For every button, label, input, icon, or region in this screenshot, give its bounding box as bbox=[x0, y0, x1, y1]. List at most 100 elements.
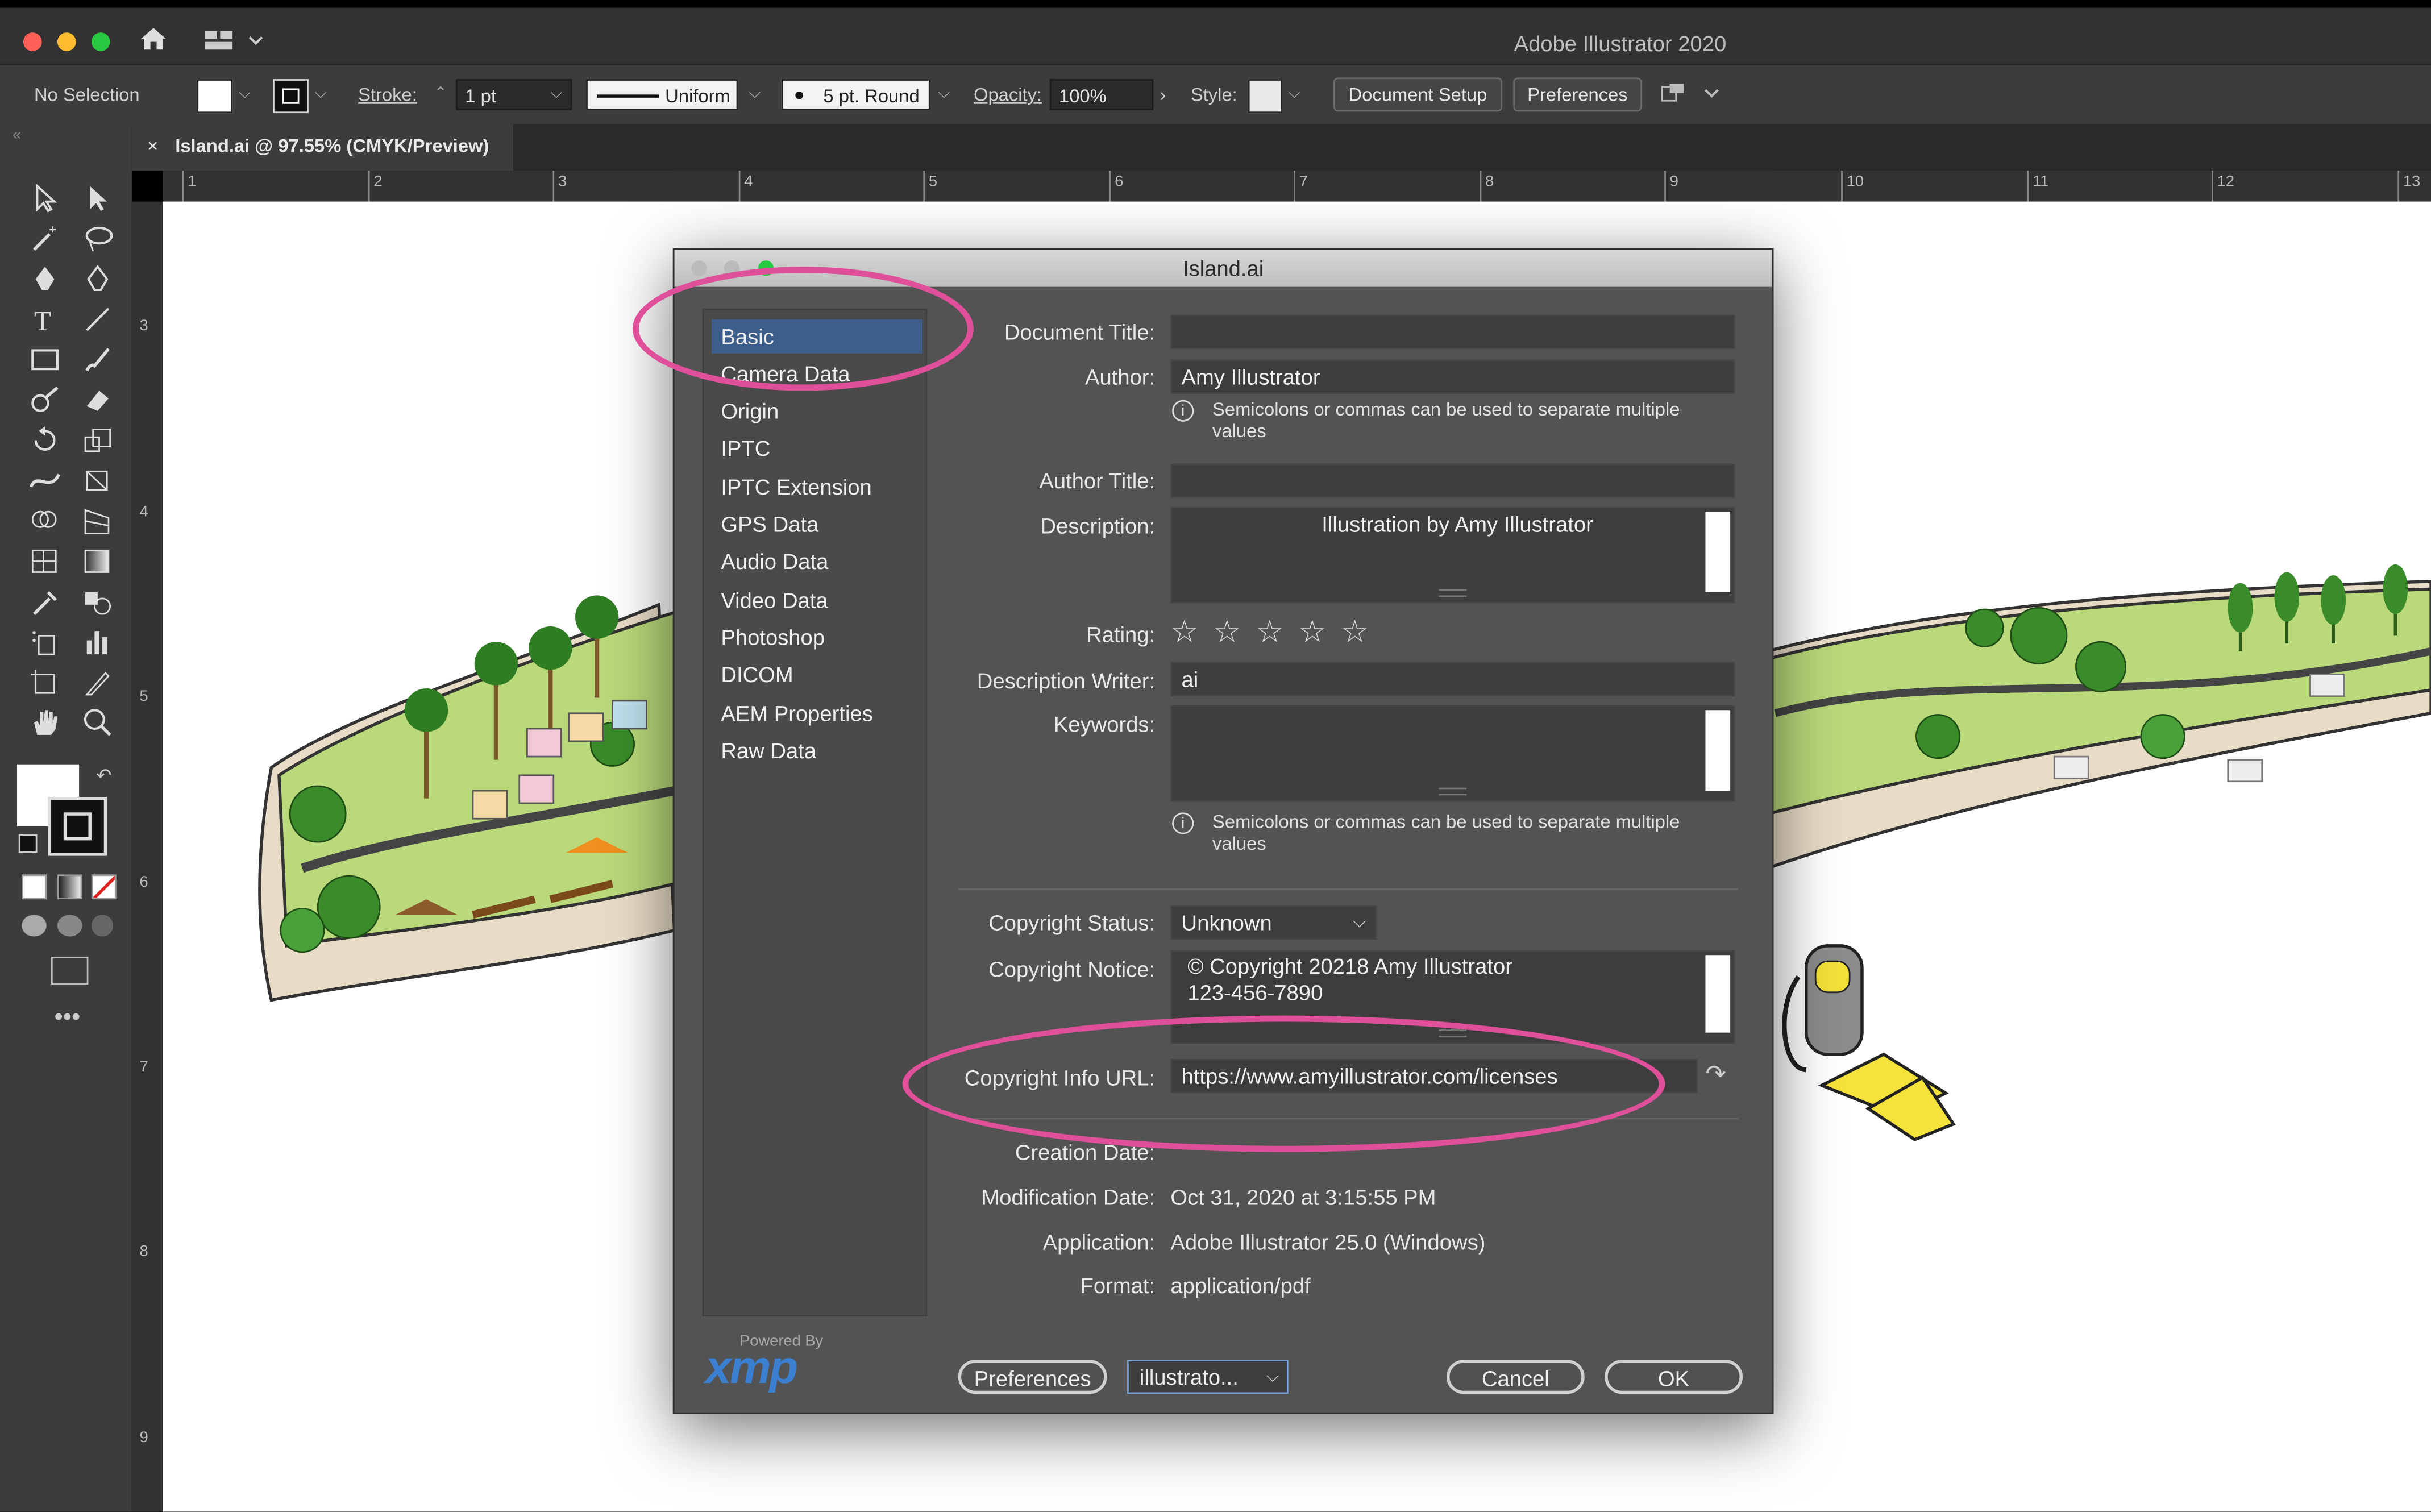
tools-panel: « T ↶ ••• bbox=[0, 124, 132, 1512]
description-writer-field[interactable]: ai bbox=[1170, 662, 1735, 696]
ok-button[interactable]: OK bbox=[1605, 1360, 1743, 1394]
ruler-h-label: 10 bbox=[1846, 173, 1864, 191]
preferences-toolbar-button[interactable]: Preferences bbox=[1513, 77, 1642, 112]
preferences-button[interactable]: Preferences bbox=[958, 1360, 1107, 1394]
document-title-field[interactable] bbox=[1170, 314, 1735, 349]
cancel-button[interactable]: Cancel bbox=[1446, 1360, 1585, 1394]
curvature-tool-icon[interactable] bbox=[81, 264, 115, 295]
scale-tool-icon[interactable] bbox=[81, 425, 115, 456]
sidebar-item-video-data[interactable]: Video Data bbox=[712, 583, 922, 617]
description-resize-handle[interactable] bbox=[1439, 589, 1467, 597]
chevron-down-icon: ⌵ bbox=[1266, 1367, 1279, 1386]
document-tab[interactable]: × Island.ai @ 97.55% (CMYK/Preview) bbox=[131, 124, 513, 171]
width-tool-icon[interactable] bbox=[28, 465, 62, 496]
author-title-field[interactable] bbox=[1170, 463, 1735, 498]
fill-swatch[interactable] bbox=[197, 79, 233, 114]
mesh-tool-icon[interactable] bbox=[28, 546, 62, 577]
none-mode-icon[interactable] bbox=[91, 874, 117, 900]
shape-builder-tool-icon[interactable] bbox=[28, 505, 62, 537]
stroke-weight-chevron-down-icon[interactable]: ⌵ bbox=[550, 85, 562, 102]
shaper-tool-icon[interactable] bbox=[28, 384, 62, 416]
keywords-scrollbar[interactable] bbox=[1705, 710, 1731, 791]
description-scrollbar[interactable] bbox=[1705, 512, 1731, 592]
symbol-sprayer-tool-icon[interactable] bbox=[28, 626, 62, 658]
swap-fill-stroke-icon[interactable]: ↶ bbox=[96, 765, 111, 786]
fill-chevron-down-icon[interactable]: ⌵ bbox=[239, 85, 251, 102]
draw-inside-icon[interactable] bbox=[91, 915, 114, 937]
zoom-tool-icon[interactable] bbox=[81, 707, 115, 738]
collapse-panel-icon[interactable]: « bbox=[13, 127, 21, 144]
magic-wand-tool-icon[interactable] bbox=[28, 223, 62, 255]
ruler-h-label: 7 bbox=[1299, 173, 1308, 191]
close-window-button[interactable] bbox=[23, 32, 42, 52]
slice-tool-icon[interactable] bbox=[81, 667, 115, 698]
eyedropper-tool-icon[interactable] bbox=[28, 586, 62, 617]
opacity-label[interactable]: Opacity: bbox=[974, 79, 1042, 110]
template-select[interactable]: illustrato... ⌵ bbox=[1127, 1360, 1289, 1394]
dialog-close-button[interactable] bbox=[691, 260, 707, 276]
minimize-window-button[interactable] bbox=[57, 32, 76, 52]
sidebar-item-raw-data[interactable]: Raw Data bbox=[712, 733, 922, 767]
document-setup-button[interactable]: Document Setup bbox=[1333, 77, 1503, 112]
open-url-icon[interactable]: ↷ bbox=[1705, 1059, 1726, 1090]
tab-close-icon[interactable]: × bbox=[147, 124, 158, 167]
brush-chevron-down-icon[interactable]: ⌵ bbox=[938, 85, 950, 102]
ruler-h-label: 3 bbox=[558, 173, 567, 191]
stroke-label[interactable]: Stroke: bbox=[358, 79, 417, 110]
opacity-field[interactable]: 100% bbox=[1049, 79, 1154, 110]
color-mode-icon[interactable] bbox=[22, 874, 47, 900]
template-select-value: illustrato... bbox=[1139, 1364, 1239, 1390]
zoom-window-button[interactable] bbox=[91, 32, 110, 52]
selection-tool-icon[interactable] bbox=[28, 183, 62, 214]
copyright-status-select[interactable]: Unknown ⌵ bbox=[1170, 905, 1377, 940]
sidebar-item-origin[interactable]: Origin bbox=[712, 394, 922, 428]
ruler-v-label: 4 bbox=[139, 504, 148, 521]
stroke-profile-chevron-down-icon[interactable]: ⌵ bbox=[749, 85, 761, 102]
ruler-v-label: 8 bbox=[139, 1243, 148, 1261]
draw-behind-icon[interactable] bbox=[57, 915, 82, 937]
rating-stars[interactable]: ☆ ☆ ☆ ☆ ☆ bbox=[1170, 612, 1372, 651]
paintbrush-tool-icon[interactable] bbox=[81, 344, 115, 376]
stroke-profile-select[interactable]: Uniform bbox=[586, 79, 738, 110]
screen-mode-icon[interactable] bbox=[51, 956, 89, 985]
line-segment-tool-icon[interactable] bbox=[81, 304, 115, 335]
sidebar-item-audio-data[interactable]: Audio Data bbox=[712, 544, 922, 578]
author-field[interactable]: Amy Illustrator bbox=[1170, 359, 1735, 394]
default-fill-stroke-icon[interactable] bbox=[18, 834, 38, 853]
direct-selection-tool-icon[interactable] bbox=[81, 183, 115, 214]
pen-tool-icon[interactable] bbox=[28, 264, 62, 295]
draw-normal-icon[interactable] bbox=[22, 915, 47, 937]
gradient-tool-icon[interactable] bbox=[81, 546, 115, 577]
free-transform-tool-icon[interactable] bbox=[81, 465, 115, 496]
lasso-tool-icon[interactable] bbox=[81, 223, 115, 255]
stroke-chevron-down-icon[interactable]: ⌵ bbox=[315, 85, 327, 102]
workspace-switcher-icon[interactable] bbox=[203, 30, 265, 51]
keywords-field[interactable] bbox=[1170, 705, 1735, 802]
gradient-mode-icon[interactable] bbox=[57, 874, 82, 900]
edit-toolbar-more-icon[interactable]: ••• bbox=[54, 1005, 80, 1033]
arrange-icon[interactable] bbox=[1659, 82, 1721, 107]
ruler-h-label: 8 bbox=[1485, 173, 1494, 191]
opacity-chevron-right-icon[interactable]: › bbox=[1160, 79, 1166, 110]
home-icon[interactable] bbox=[139, 26, 167, 51]
eraser-tool-icon[interactable] bbox=[81, 384, 115, 416]
brush-select[interactable]: 5 pt. Round bbox=[781, 79, 930, 110]
sidebar-item-iptc[interactable]: IPTC bbox=[712, 431, 922, 465]
perspective-grid-tool-icon[interactable] bbox=[81, 505, 115, 537]
copyright-notice-scrollbar[interactable] bbox=[1705, 955, 1731, 1033]
style-swatch[interactable] bbox=[1248, 79, 1282, 114]
rectangle-tool-icon[interactable] bbox=[28, 344, 62, 376]
hand-tool-icon[interactable] bbox=[28, 707, 62, 738]
stroke-stepper-icon[interactable]: ⌃ bbox=[434, 79, 447, 110]
artboard-tool-icon[interactable] bbox=[28, 667, 62, 698]
description-field[interactable]: Illustration by Amy Illustrator bbox=[1170, 506, 1735, 604]
column-graph-tool-icon[interactable] bbox=[81, 626, 115, 658]
modification-date-label: Modification Date: bbox=[981, 1184, 1156, 1210]
keywords-resize-handle[interactable] bbox=[1439, 787, 1467, 796]
stroke-swatch[interactable] bbox=[273, 79, 309, 114]
rotate-tool-icon[interactable] bbox=[28, 425, 62, 456]
type-tool-icon[interactable]: T bbox=[28, 304, 62, 335]
style-chevron-down-icon[interactable]: ⌵ bbox=[1289, 85, 1300, 102]
stroke-color-swatch[interactable] bbox=[48, 797, 107, 856]
blend-tool-icon[interactable] bbox=[81, 586, 115, 617]
